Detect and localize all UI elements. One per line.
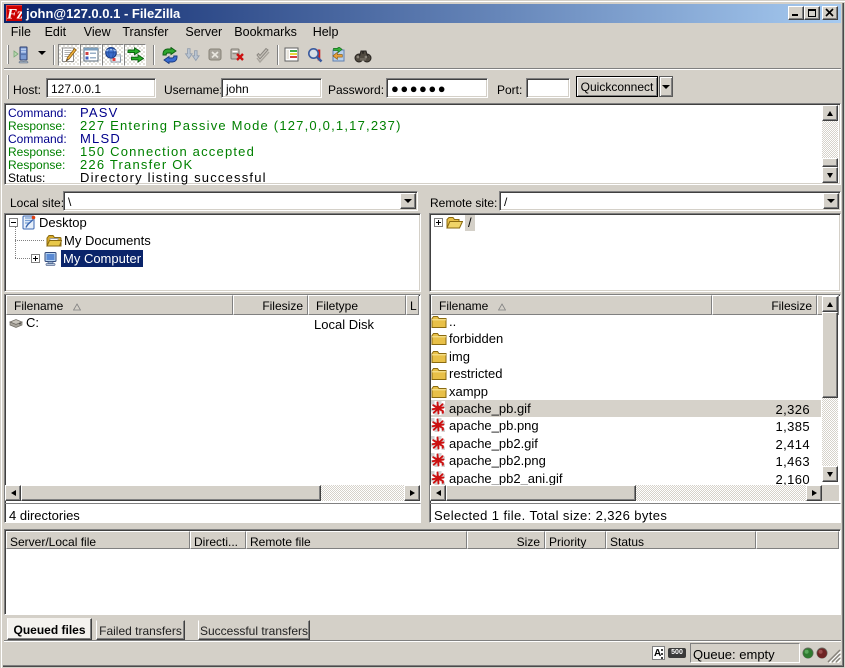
svg-text:Fz: Fz <box>6 7 22 22</box>
